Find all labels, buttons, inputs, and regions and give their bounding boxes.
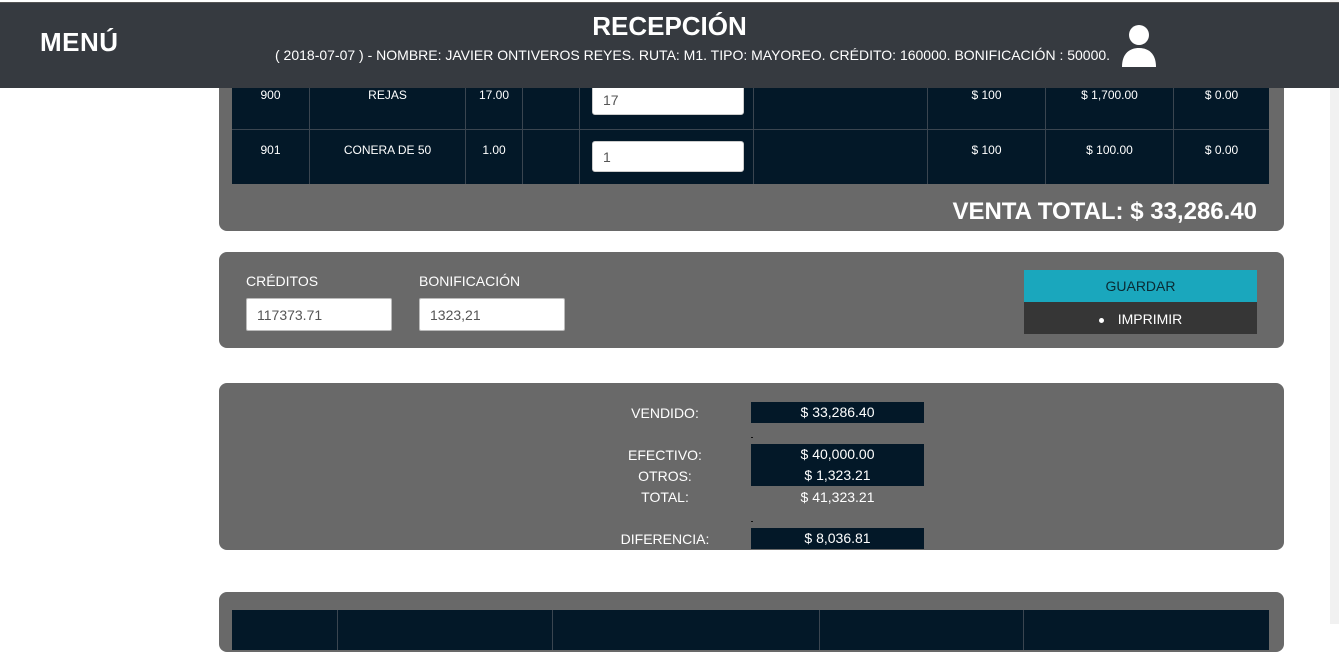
reception-info: ( 2018-07-07 ) - NOMBRE: JAVIER ONTIVERO… xyxy=(275,47,1111,63)
total-label: TOTAL: xyxy=(641,489,689,505)
save-button[interactable]: GUARDAR xyxy=(1024,270,1257,302)
summary-panel: VENDIDO: $ 33,286.40 EFECTIVO: $ 40,000.… xyxy=(219,383,1284,550)
bonus-label: BONIFICACIÓN xyxy=(419,273,521,289)
empty-cell xyxy=(754,130,928,184)
sold-label: VENDIDO: xyxy=(631,405,699,421)
column-divider xyxy=(1023,610,1024,650)
table-row: 901 CONERA DE 50 1.00 $ 100 $ 100.00 $ 0… xyxy=(232,130,1269,184)
bonus-input[interactable] xyxy=(419,298,565,331)
total-value: $ 41,323.21 xyxy=(800,489,875,505)
product-code: 901 xyxy=(232,130,310,184)
other-value: $ 1,323.21 xyxy=(751,465,924,486)
divider xyxy=(751,437,753,438)
print-button[interactable]: IMPRIMIR xyxy=(1024,302,1257,334)
print-label: IMPRIMIR xyxy=(1117,311,1183,327)
product-extra: $ 0.00 xyxy=(1204,143,1239,157)
product-quantity: 1.00 xyxy=(466,130,523,184)
received-quantity-input[interactable] xyxy=(592,84,744,115)
details-panel xyxy=(219,592,1284,652)
product-total: $ 100.00 xyxy=(1046,130,1174,184)
sold-value: $ 33,286.40 xyxy=(751,402,924,423)
details-table xyxy=(232,610,1269,650)
received-quantity-input[interactable] xyxy=(592,141,744,172)
bullet-icon xyxy=(1098,317,1104,323)
user-icon[interactable] xyxy=(1120,23,1158,69)
top-bar: MENÚ RECEPCIÓN ( 2018-07-07 ) - NOMBRE: … xyxy=(0,2,1339,88)
product-price: $ 100 xyxy=(928,130,1046,184)
scrollbar[interactable] xyxy=(1330,0,1339,624)
payment-panel: CRÉDITOS BONIFICACIÓN GUARDAR IMPRIMIR xyxy=(219,252,1284,348)
column-divider xyxy=(552,610,553,650)
divider xyxy=(751,521,753,522)
cash-value: $ 40,000.00 xyxy=(751,444,924,465)
credits-input[interactable] xyxy=(246,298,392,331)
difference-value: $ 8,036.81 xyxy=(751,528,924,549)
column-divider xyxy=(337,610,338,650)
other-label: OTROS: xyxy=(638,468,692,484)
difference-label: DIFERENCIA: xyxy=(620,531,710,547)
sale-total: VENTA TOTAL: $ 33,286.40 xyxy=(952,198,1257,225)
product-name: CONERA DE 50 xyxy=(310,130,466,184)
quantity-cell xyxy=(580,130,754,184)
cash-label: EFECTIVO: xyxy=(628,447,702,463)
empty-cell xyxy=(523,130,580,184)
credits-label: CRÉDITOS xyxy=(246,273,319,289)
column-divider xyxy=(819,610,820,650)
